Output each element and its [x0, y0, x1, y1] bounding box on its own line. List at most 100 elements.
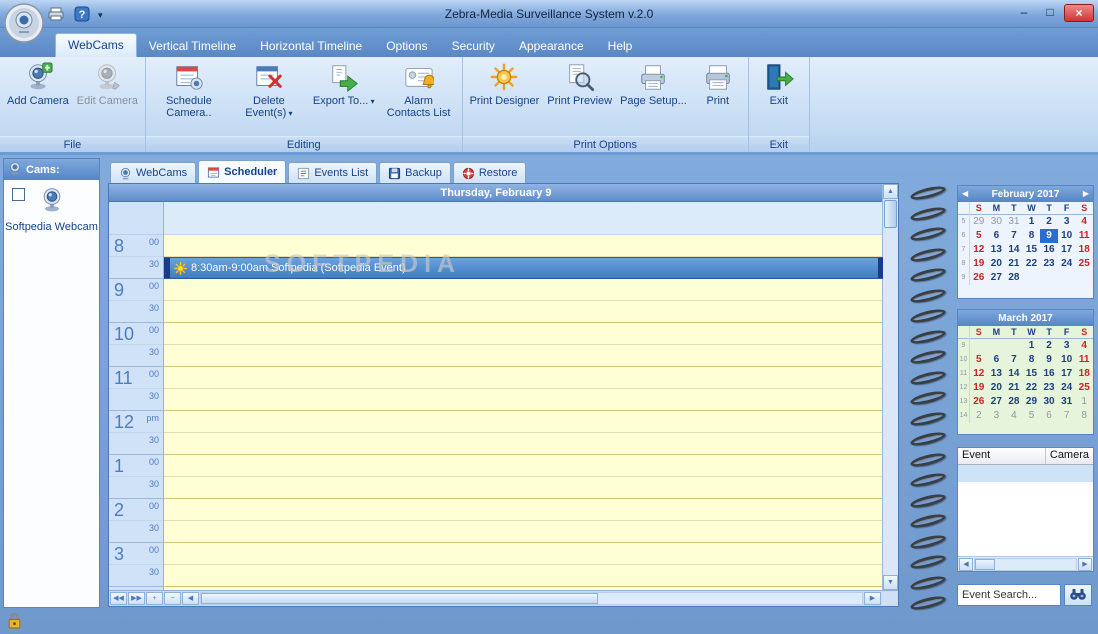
tab-backup[interactable]: Backup	[379, 162, 451, 183]
calendar-day[interactable]: 3	[1058, 339, 1076, 353]
calendar-day[interactable]: 8	[1023, 229, 1041, 243]
calendar-day[interactable]: 16	[1040, 367, 1058, 381]
schedule-row[interactable]	[164, 202, 883, 235]
quick-access-dropdown-icon[interactable]: ▾	[98, 7, 103, 21]
print-designer-button[interactable]: Print Designer	[467, 60, 543, 108]
calendar-day[interactable]: 18	[1075, 367, 1093, 381]
calendar-day[interactable]: 30	[1040, 395, 1058, 409]
calendar-day[interactable]: 2	[970, 409, 988, 423]
calendar-day[interactable]: 3	[988, 409, 1006, 423]
calendar-day[interactable]: 30	[988, 215, 1006, 229]
calendar-day[interactable]: 27	[988, 271, 1006, 285]
calendar-next-icon[interactable]: ▶	[1083, 189, 1089, 198]
calendar-day[interactable]: 19	[970, 257, 988, 271]
calendar-day[interactable]: 7	[1058, 409, 1076, 423]
event-table-empty-row[interactable]	[958, 465, 1093, 482]
calendar-day[interactable]: 16	[1040, 243, 1058, 257]
export-to-button[interactable]: Export To... ▾	[310, 60, 378, 109]
calendar-day[interactable]: 18	[1075, 243, 1093, 257]
calendar-day[interactable]: 5	[970, 353, 988, 367]
calendar-day[interactable]: 6	[1040, 409, 1058, 423]
schedule-event[interactable]: 8:30am-9:00am Softpedia (Softpedia Event…	[164, 257, 883, 279]
page-setup-button[interactable]: Page Setup...	[617, 60, 690, 108]
scroll-right-icon[interactable]: ▶	[864, 592, 881, 605]
calendar-day[interactable]: 19	[970, 381, 988, 395]
printer-icon[interactable]	[46, 5, 66, 23]
calendar-day[interactable]: 22	[1023, 381, 1041, 395]
tab-scheduler[interactable]: Scheduler	[198, 160, 287, 183]
schedule-camera-button[interactable]: Schedule Camera..	[150, 60, 228, 120]
calendar-day[interactable]: 23	[1040, 257, 1058, 271]
zoom-out-button[interactable]: −	[164, 592, 181, 605]
close-button[interactable]: ×	[1064, 4, 1094, 22]
calendar-day[interactable]: 13	[988, 243, 1006, 257]
print-preview-button[interactable]: Print Preview	[544, 60, 615, 108]
schedule-row[interactable]	[164, 411, 883, 433]
calendar-day[interactable]: 10	[1058, 353, 1076, 367]
calendar-day[interactable]: 10	[1058, 229, 1076, 243]
calendar-day[interactable]: 29	[1023, 395, 1041, 409]
calendar-day[interactable]: 13	[988, 367, 1006, 381]
calendar-day[interactable]: 29	[970, 215, 988, 229]
table-scroll-left-icon[interactable]: ◀	[959, 558, 973, 571]
schedule-row[interactable]	[164, 367, 883, 389]
schedule-row[interactable]	[164, 521, 883, 543]
calendar-day[interactable]: 21	[1005, 257, 1023, 271]
table-scroll-right-icon[interactable]: ▶	[1078, 558, 1092, 571]
calendar-day[interactable]: 17	[1058, 367, 1076, 381]
calendar-day[interactable]: 23	[1040, 381, 1058, 395]
ribbon-tab-horizontal-timeline[interactable]: Horizontal Timeline	[248, 36, 374, 57]
add-camera-button[interactable]: Add Camera	[4, 60, 72, 108]
calendar-day[interactable]: 20	[988, 257, 1006, 271]
calendar-day[interactable]: 7	[1005, 229, 1023, 243]
camera-list-item[interactable]: Softpedia Webcam	[4, 180, 99, 234]
app-logo-webcam-icon[interactable]	[4, 3, 44, 43]
calendar-day[interactable]: 28	[1005, 395, 1023, 409]
ribbon-tab-appearance[interactable]: Appearance	[507, 36, 596, 57]
calendar-day[interactable]: 7	[1005, 353, 1023, 367]
horizontal-scrollbar[interactable]	[200, 592, 863, 605]
calendar-day[interactable]: 9	[1040, 229, 1058, 243]
minimize-button[interactable]: –	[1012, 4, 1036, 22]
calendar-day[interactable]: 8	[1023, 353, 1041, 367]
schedule-row[interactable]	[164, 279, 883, 301]
calendar-day[interactable]: 15	[1023, 243, 1041, 257]
calendar-day[interactable]: 12	[970, 367, 988, 381]
calendar-day[interactable]: 8	[1075, 409, 1093, 423]
calendar-day[interactable]: 24	[1058, 257, 1076, 271]
calendar-day[interactable]: 4	[1005, 409, 1023, 423]
exit-button[interactable]: Exit	[753, 60, 805, 108]
calendar-day[interactable]: 31	[1058, 395, 1076, 409]
calendar-day[interactable]: 17	[1058, 243, 1076, 257]
calendar-day[interactable]: 5	[1023, 409, 1041, 423]
event-search-button[interactable]	[1064, 584, 1092, 606]
scroll-down-icon[interactable]: ▼	[883, 575, 898, 590]
calendar-day[interactable]: 26	[970, 271, 988, 285]
camera-checkbox[interactable]	[12, 188, 25, 201]
calendar-day[interactable]: 5	[970, 229, 988, 243]
schedule-row[interactable]	[164, 565, 883, 587]
calendar-day[interactable]: 20	[988, 381, 1006, 395]
horizontal-scrollbar-thumb[interactable]	[201, 593, 598, 604]
first-button[interactable]: ◀◀	[110, 592, 127, 605]
tab-restore[interactable]: Restore	[452, 162, 527, 183]
calendar-day[interactable]: 9	[1040, 353, 1058, 367]
calendar-day[interactable]: 14	[1005, 243, 1023, 257]
schedule-row[interactable]	[164, 499, 883, 521]
vertical-scrollbar-thumb[interactable]	[884, 200, 897, 228]
column-header-camera[interactable]: Camera	[1046, 448, 1093, 464]
calendar-day[interactable]: 3	[1058, 215, 1076, 229]
schedule-row[interactable]	[164, 433, 883, 455]
schedule-grid[interactable]: 8:30am-9:00am Softpedia (Softpedia Event…	[164, 202, 883, 590]
calendar-day[interactable]: 21	[1005, 381, 1023, 395]
table-scrollbar[interactable]: ◀ ▶	[958, 556, 1093, 571]
calendar-day[interactable]: 27	[988, 395, 1006, 409]
ribbon-tab-webcams[interactable]: WebCams	[55, 33, 137, 57]
schedule-row[interactable]	[164, 455, 883, 477]
print-button[interactable]: Print	[692, 60, 744, 108]
zoom-in-button[interactable]: +	[146, 592, 163, 605]
event-table-body[interactable]	[958, 482, 1093, 556]
table-scroll-track[interactable]	[974, 558, 1077, 571]
schedule-row[interactable]	[164, 235, 883, 257]
event-search-input[interactable]	[957, 584, 1061, 606]
